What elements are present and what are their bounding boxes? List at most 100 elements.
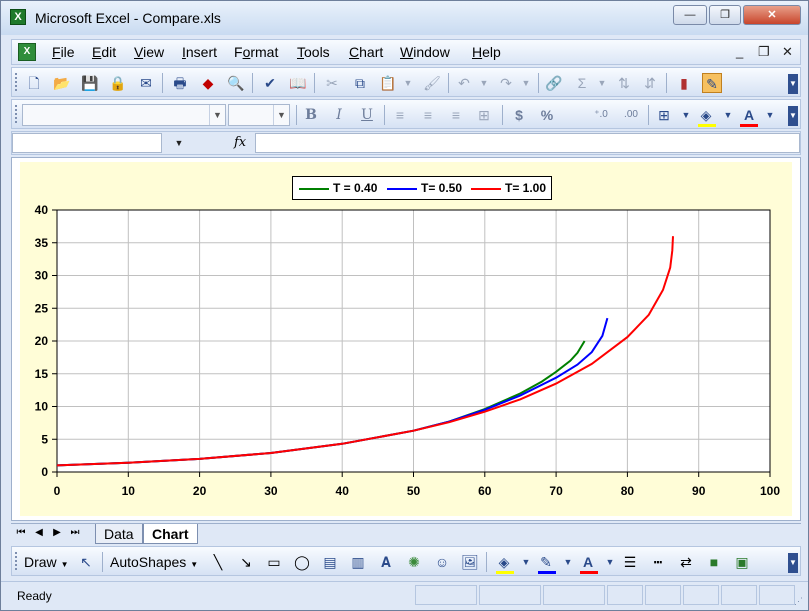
autoshapes-menu-button[interactable]: AutoShapes ▼ [110, 554, 198, 570]
text-box-icon[interactable]: ▤ [320, 552, 340, 572]
toolbar-grip[interactable] [15, 73, 18, 91]
underline-button[interactable]: U [356, 105, 378, 125]
diagram-icon[interactable]: ✺ [404, 552, 424, 572]
font-color-button[interactable]: A [738, 105, 760, 125]
select-objects-icon[interactable]: ↖ [76, 552, 96, 572]
sort-asc-icon[interactable]: ⇅ [614, 73, 634, 93]
currency-button[interactable]: $ [508, 105, 530, 125]
oval-icon[interactable]: ◯ [292, 552, 312, 572]
draw-menu-button[interactable]: Draw ▼ [24, 554, 68, 570]
name-box[interactable] [12, 133, 162, 153]
chart-wizard-icon[interactable]: ▮ [674, 73, 694, 93]
name-box-dropdown-icon[interactable]: ▼ [164, 133, 194, 153]
draw-fill-dropdown-icon[interactable]: ▼ [516, 552, 536, 572]
italic-button[interactable]: I [328, 105, 350, 125]
line-color-dropdown-icon[interactable]: ▼ [558, 552, 578, 572]
line-style-icon[interactable]: ☰ [620, 552, 640, 572]
borders-icon[interactable]: ⊞ [654, 105, 674, 125]
3d-style-icon[interactable]: ▣ [732, 552, 752, 572]
toolbar-options-chevron-icon[interactable]: ▼ [788, 553, 798, 573]
mdi-close-button[interactable]: ✕ [782, 44, 793, 60]
toolbar-grip[interactable] [15, 552, 18, 570]
drawing-icon[interactable]: ✎ [702, 73, 722, 93]
email-icon[interactable]: ✉ [136, 73, 156, 93]
draw-font-color-dropdown-icon[interactable]: ▼ [600, 552, 620, 572]
menu-chart[interactable]: Chart [349, 44, 383, 60]
toolbar-options-chevron-icon[interactable]: ▼ [788, 106, 798, 126]
chart-legend[interactable]: T = 0.40 T= 0.50 T= 1.00 [292, 176, 552, 200]
line-icon[interactable]: ╲ [208, 552, 228, 572]
sheet-tab-data[interactable]: Data [95, 524, 143, 544]
bold-button[interactable]: B [300, 105, 322, 125]
copy-icon[interactable]: ⧉ [350, 73, 370, 93]
autosum-dropdown-icon[interactable]: ▼ [592, 73, 612, 93]
prev-sheet-icon[interactable]: ◀ [33, 527, 45, 538]
undo-dropdown-icon[interactable]: ▼ [474, 73, 494, 93]
fill-color-dropdown-icon[interactable]: ▼ [718, 105, 738, 125]
align-left-icon[interactable]: ≡ [390, 105, 410, 125]
print-preview-icon[interactable]: 🔍 [226, 73, 246, 93]
undo-icon[interactable]: ↶ [454, 73, 474, 93]
percent-button[interactable]: % [536, 105, 558, 125]
dash-style-icon[interactable]: ┅ [648, 552, 668, 572]
workbook-icon[interactable]: X [18, 43, 36, 61]
font-size-dropdown-icon[interactable]: ▼ [273, 105, 289, 125]
font-size-combo[interactable]: ▼ [228, 104, 290, 126]
rectangle-icon[interactable]: ▭ [264, 552, 284, 572]
menu-edit[interactable]: Edit [92, 44, 116, 60]
restore-button[interactable]: ❐ [709, 5, 741, 25]
permission-icon[interactable]: 🔒 [108, 73, 128, 93]
font-name-combo[interactable]: ▼ [22, 104, 226, 126]
save-icon[interactable]: 💾 [80, 73, 100, 93]
chart-plot[interactable]: 0 10 20 30 40 50 60 70 80 90 100 0 5 10 15 20 25 30 35 40 [20, 162, 792, 516]
vertical-text-box-icon[interactable]: ▥ [348, 552, 368, 572]
fill-color-icon[interactable]: ◈ [696, 105, 716, 125]
formula-input[interactable] [255, 133, 800, 153]
menu-help[interactable]: Help [472, 44, 501, 60]
last-sheet-icon[interactable]: ⏭ [69, 527, 81, 538]
menu-format[interactable]: Format [234, 44, 278, 60]
sort-desc-icon[interactable]: ⇵ [640, 73, 660, 93]
toolbar-grip[interactable] [15, 105, 18, 123]
chart-sheet[interactable]: 0 10 20 30 40 50 60 70 80 90 100 0 5 10 15 20 25 30 35 40 T… [11, 157, 801, 521]
decrease-decimal-button[interactable]: .00 [620, 105, 642, 125]
mdi-minimize-button[interactable]: _ [736, 44, 743, 59]
excel-app-icon[interactable]: X [10, 9, 26, 25]
next-sheet-icon[interactable]: ▶ [51, 527, 63, 538]
minimize-button[interactable]: — [673, 5, 707, 25]
redo-icon[interactable]: ↷ [496, 73, 516, 93]
draw-font-color-icon[interactable]: A [578, 552, 598, 572]
menu-tools[interactable]: Tools [297, 44, 330, 60]
research-icon[interactable]: ◆ [198, 73, 218, 93]
menu-window[interactable]: Window [400, 44, 450, 60]
insert-function-button[interactable]: fx [234, 135, 246, 150]
font-name-dropdown-icon[interactable]: ▼ [209, 105, 225, 125]
shadow-style-icon[interactable]: ■ [704, 552, 724, 572]
close-button[interactable]: ✕ [743, 5, 801, 25]
redo-dropdown-icon[interactable]: ▼ [516, 73, 536, 93]
draw-fill-color-icon[interactable]: ◈ [494, 552, 514, 572]
align-right-icon[interactable]: ≡ [446, 105, 466, 125]
research-book-icon[interactable]: 📖 [288, 73, 308, 93]
increase-decimal-button[interactable]: ⁺.0 [590, 105, 612, 125]
autosum-icon[interactable]: Σ [572, 73, 592, 93]
menu-insert[interactable]: Insert [182, 44, 217, 60]
clip-art-icon[interactable]: ☺ [432, 552, 452, 572]
cut-icon[interactable]: ✂ [322, 73, 342, 93]
menu-view[interactable]: View [134, 44, 164, 60]
align-center-icon[interactable]: ≡ [418, 105, 438, 125]
print-icon[interactable]: 🖶 [170, 73, 190, 93]
borders-dropdown-icon[interactable]: ▼ [676, 105, 696, 125]
first-sheet-icon[interactable]: ⏮ [15, 527, 27, 538]
menu-file[interactable]: File [52, 44, 75, 60]
paste-icon[interactable]: 📋 [378, 73, 398, 93]
merge-center-icon[interactable]: ⊞ [474, 105, 494, 125]
toolbar-options-chevron-icon[interactable]: ▼ [788, 74, 798, 94]
resize-grip-icon[interactable]: ⋰ [794, 596, 806, 608]
chart-area[interactable]: 0 10 20 30 40 50 60 70 80 90 100 0 5 10 15 20 25 30 35 40 T… [20, 162, 792, 516]
line-color-icon[interactable]: ✎ [536, 552, 556, 572]
insert-picture-icon[interactable]: 🖼 [460, 552, 480, 572]
format-painter-icon[interactable]: 🖌 [422, 73, 442, 93]
wordart-icon[interactable]: 𝐀 [376, 552, 396, 572]
arrow-style-icon[interactable]: ⇄ [676, 552, 696, 572]
